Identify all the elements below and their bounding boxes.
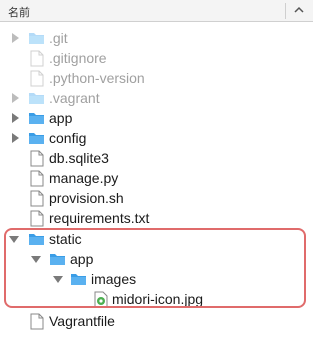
list-item[interactable]: images [0, 269, 313, 289]
item-label: config [49, 130, 87, 146]
folder-icon [70, 271, 87, 287]
name-column-label[interactable]: 名前 [8, 4, 30, 20]
disclosure-triangle-expanded-icon[interactable] [31, 252, 41, 266]
file-icon [30, 313, 47, 330]
item-label: provision.sh [49, 190, 124, 206]
disclosure-triangle-expanded-icon[interactable] [9, 232, 19, 246]
item-label: .git [49, 30, 68, 46]
item-label: Vagrantfile [49, 313, 115, 329]
file-icon [30, 210, 47, 227]
list-item[interactable]: .vagrant [0, 88, 313, 108]
file-icon [30, 190, 47, 207]
column-divider [285, 3, 286, 19]
disclosure-triangle-collapsed-icon[interactable] [10, 131, 20, 145]
list-item[interactable]: requirements.txt [0, 208, 313, 228]
chevron-up-icon[interactable] [292, 2, 306, 18]
list-item[interactable]: manage.py [0, 168, 313, 188]
disclosure-triangle-expanded-icon[interactable] [53, 272, 63, 286]
item-label: app [49, 110, 73, 126]
folder-icon [28, 231, 45, 247]
item-label: .python-version [49, 70, 145, 86]
folder-icon [49, 251, 66, 267]
file-icon [30, 70, 47, 87]
disclosure-triangle-collapsed-icon[interactable] [10, 31, 20, 45]
file-icon [30, 150, 47, 167]
list-item[interactable]: .gitignore [0, 48, 313, 68]
item-label: .gitignore [49, 50, 107, 66]
folder-icon [28, 130, 45, 146]
list-item[interactable]: static [0, 229, 313, 249]
list-item[interactable]: .python-version [0, 68, 313, 88]
list-item[interactable]: app [0, 249, 313, 269]
list-item[interactable]: config [0, 128, 313, 148]
item-label: app [70, 251, 94, 267]
item-label: midori-icon.jpg [112, 291, 204, 307]
list-item[interactable]: midori-icon.jpg [0, 289, 313, 309]
list-item[interactable]: db.sqlite3 [0, 148, 313, 168]
list-item[interactable]: provision.sh [0, 188, 313, 208]
disclosure-triangle-collapsed-icon[interactable] [10, 91, 20, 105]
item-label: images [91, 271, 137, 287]
item-label: static [49, 231, 82, 247]
file-icon [30, 50, 47, 67]
folder-icon [28, 90, 45, 106]
list-item[interactable]: .git [0, 28, 313, 48]
column-header[interactable]: 名前 [0, 0, 313, 22]
item-label: manage.py [49, 170, 119, 186]
folder-icon [28, 30, 45, 46]
item-label: .vagrant [49, 90, 100, 106]
list-item[interactable]: Vagrantfile [0, 311, 313, 331]
list-item[interactable]: app [0, 108, 313, 128]
disclosure-triangle-collapsed-icon[interactable] [10, 111, 20, 125]
folder-icon [28, 110, 45, 126]
item-label: db.sqlite3 [49, 150, 109, 166]
image-file-icon [94, 291, 111, 308]
file-icon [30, 170, 47, 187]
item-label: requirements.txt [49, 210, 150, 226]
